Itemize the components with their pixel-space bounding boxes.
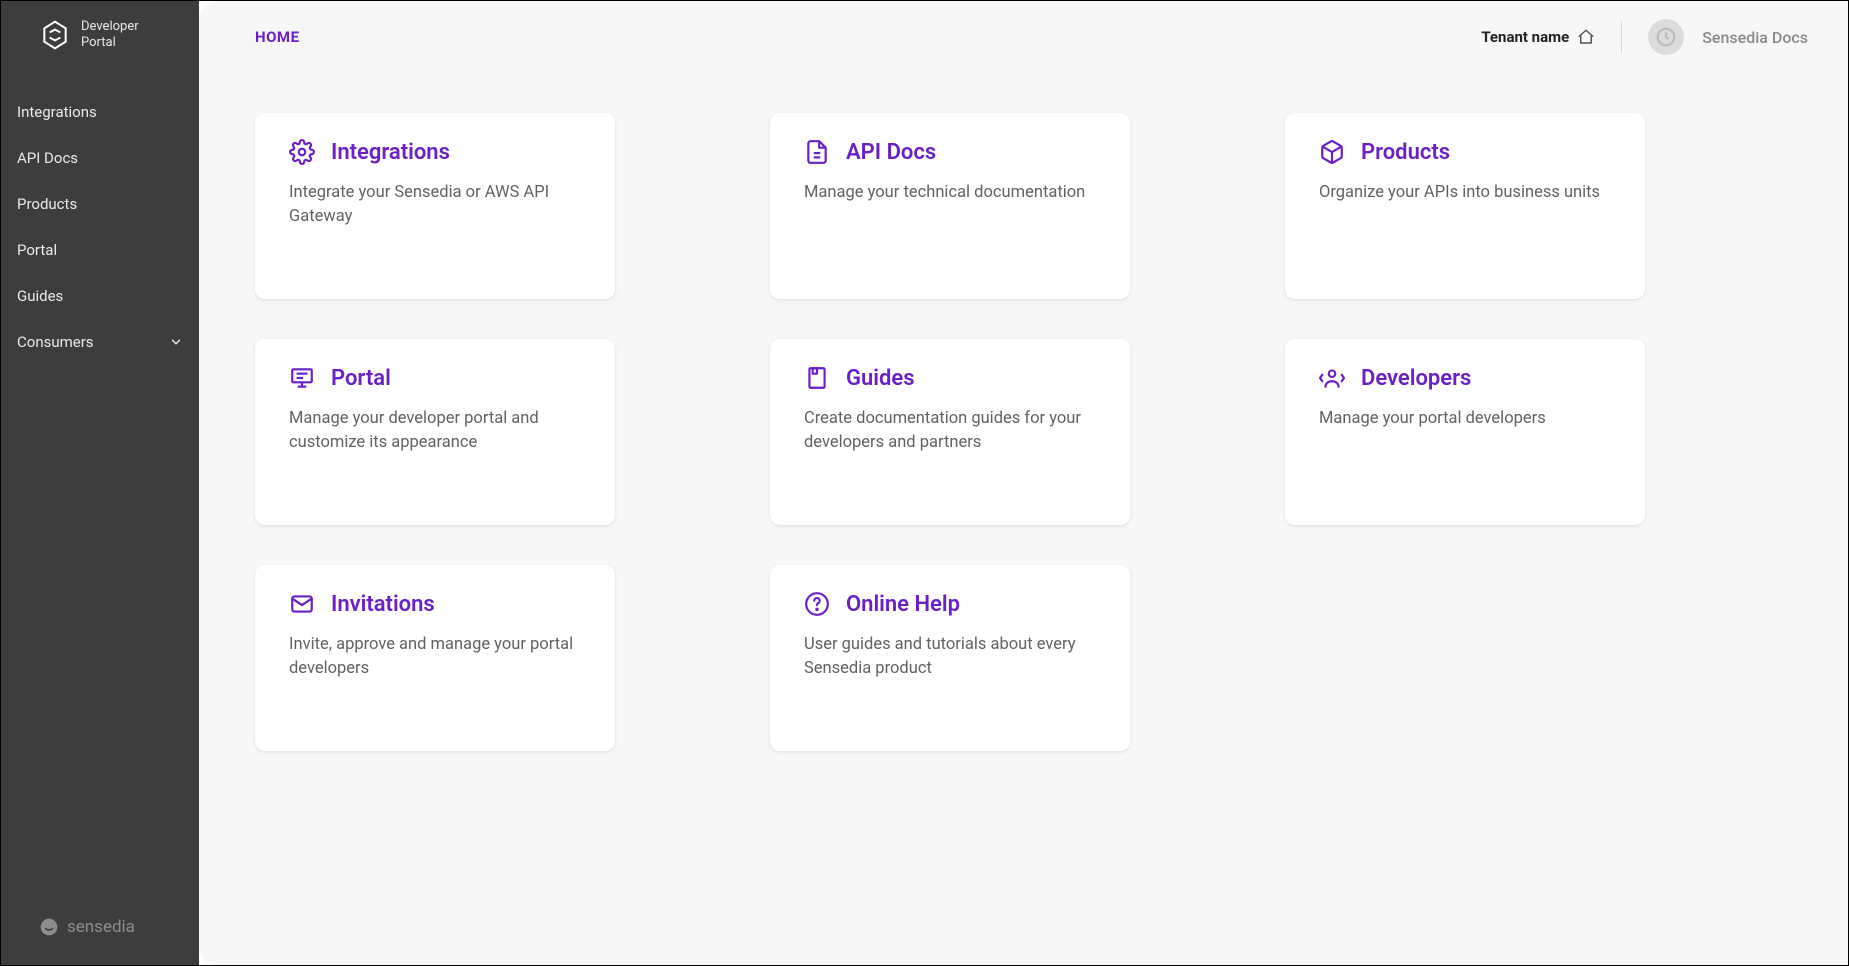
cube-icon xyxy=(1319,139,1345,165)
sidebar-footer: sensedia xyxy=(1,899,199,965)
card-desc: Manage your portal developers xyxy=(1319,407,1611,431)
card-title: Portal xyxy=(331,366,391,391)
sidebar: Developer Portal Integrations API Docs P… xyxy=(1,1,199,965)
card-desc: Invite, approve and manage your portal d… xyxy=(289,633,581,681)
sidebar-item-integrations[interactable]: Integrations xyxy=(1,89,199,135)
card-title: Integrations xyxy=(331,140,450,165)
card-title: Invitations xyxy=(331,592,435,617)
sidebar-item-label: Guides xyxy=(17,287,63,305)
card-desc: Organize your APIs into business units xyxy=(1319,181,1611,205)
presentation-icon xyxy=(289,365,315,391)
divider xyxy=(1621,21,1622,53)
card-desc: Manage your developer portal and customi… xyxy=(289,407,581,455)
developer-icon xyxy=(1319,365,1345,391)
brand-line1: Developer xyxy=(81,19,139,35)
tenant-selector[interactable]: Tenant name xyxy=(1481,28,1595,46)
sidebar-item-products[interactable]: Products xyxy=(1,181,199,227)
card-grid: Integrations Integrate your Sensedia or … xyxy=(255,113,1792,751)
book-icon xyxy=(804,365,830,391)
card-title: Online Help xyxy=(846,592,960,617)
brand-text: Developer Portal xyxy=(81,19,139,50)
docs-link[interactable]: Sensedia Docs xyxy=(1702,28,1808,47)
sensedia-logo-icon xyxy=(39,917,59,937)
card-guides[interactable]: Guides Create documentation guides for y… xyxy=(770,339,1130,525)
document-icon xyxy=(804,139,830,165)
content: Integrations Integrate your Sensedia or … xyxy=(199,73,1848,965)
main: HOME Tenant name Sensedia Docs xyxy=(199,1,1848,965)
card-desc: Integrate your Sensedia or AWS API Gatew… xyxy=(289,181,581,229)
card-invitations[interactable]: Invitations Invite, approve and manage y… xyxy=(255,565,615,751)
sidebar-item-label: Portal xyxy=(17,241,57,259)
sidebar-nav: Integrations API Docs Products Portal Gu… xyxy=(1,79,199,365)
chevron-down-icon xyxy=(169,335,183,349)
card-title: Developers xyxy=(1361,366,1471,391)
card-online-help[interactable]: Online Help User guides and tutorials ab… xyxy=(770,565,1130,751)
sidebar-footer-label: sensedia xyxy=(67,917,135,937)
mail-icon xyxy=(289,591,315,617)
breadcrumb[interactable]: HOME xyxy=(255,28,300,46)
sidebar-item-consumers[interactable]: Consumers xyxy=(1,319,199,365)
card-desc: Create documentation guides for your dev… xyxy=(804,407,1096,455)
topbar-right: Tenant name Sensedia Docs xyxy=(1481,19,1808,55)
brand-line2: Portal xyxy=(81,35,139,51)
brand: Developer Portal xyxy=(1,19,199,79)
card-products[interactable]: Products Organize your APIs into busines… xyxy=(1285,113,1645,299)
sidebar-item-label: API Docs xyxy=(17,149,78,167)
avatar[interactable] xyxy=(1648,19,1684,55)
brand-logo-icon xyxy=(39,19,71,51)
card-desc: Manage your technical documentation xyxy=(804,181,1096,205)
card-title: API Docs xyxy=(846,140,936,165)
tenant-name: Tenant name xyxy=(1481,28,1569,46)
card-integrations[interactable]: Integrations Integrate your Sensedia or … xyxy=(255,113,615,299)
gear-icon xyxy=(289,139,315,165)
card-developers[interactable]: Developers Manage your portal developers xyxy=(1285,339,1645,525)
help-icon xyxy=(804,591,830,617)
sidebar-item-label: Products xyxy=(17,195,77,213)
sidebar-item-api-docs[interactable]: API Docs xyxy=(1,135,199,181)
card-portal[interactable]: Portal Manage your developer portal and … xyxy=(255,339,615,525)
home-icon xyxy=(1577,28,1595,46)
sidebar-item-label: Consumers xyxy=(17,333,94,351)
sidebar-item-label: Integrations xyxy=(17,103,97,121)
sidebar-item-portal[interactable]: Portal xyxy=(1,227,199,273)
sidebar-item-guides[interactable]: Guides xyxy=(1,273,199,319)
card-title: Products xyxy=(1361,140,1450,165)
card-desc: User guides and tutorials about every Se… xyxy=(804,633,1096,681)
topbar: HOME Tenant name Sensedia Docs xyxy=(199,1,1848,73)
card-api-docs[interactable]: API Docs Manage your technical documenta… xyxy=(770,113,1130,299)
card-title: Guides xyxy=(846,366,915,391)
